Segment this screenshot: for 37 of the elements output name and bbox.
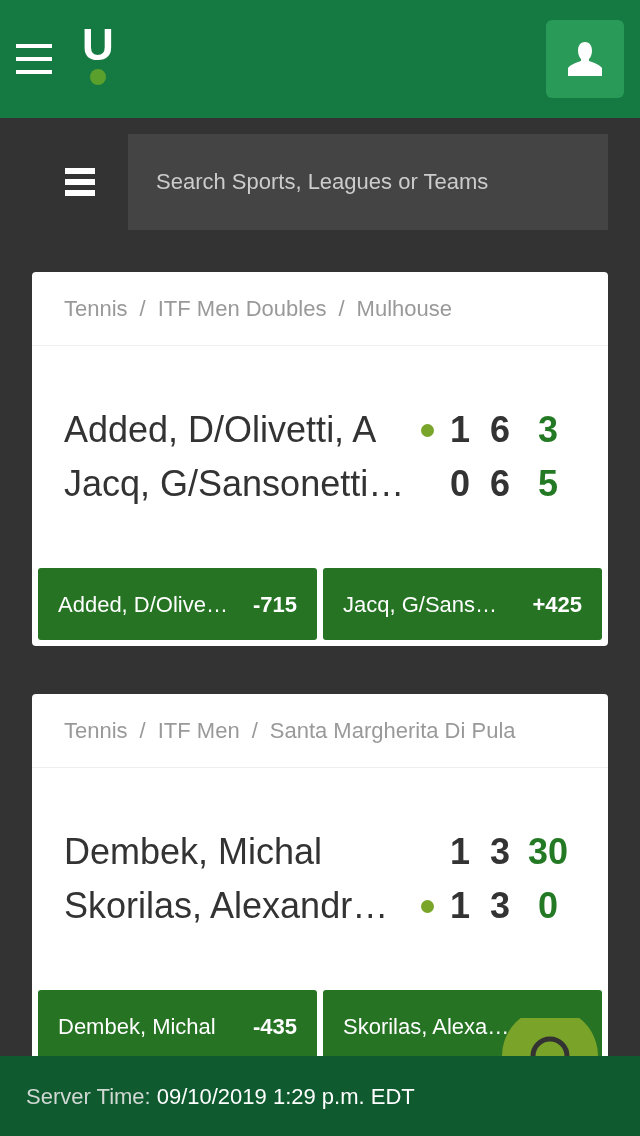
odds-button[interactable]: Jacq, G/Sans… +425: [323, 568, 602, 640]
breadcrumb-link[interactable]: Tennis: [64, 292, 128, 325]
user-icon: [566, 40, 604, 78]
menu-icon[interactable]: [16, 44, 52, 74]
set-score: 6: [489, 408, 511, 452]
breadcrumb-separator: /: [251, 717, 258, 745]
set-score: 0: [449, 462, 471, 506]
player-name: Jacq, G/Sansonetti…: [64, 462, 406, 506]
server-time-label: Server Time:: [26, 1082, 151, 1111]
game-score: 5: [537, 462, 559, 506]
player-name: Skorilas, Alexandr…: [64, 884, 390, 928]
set-score: 1: [449, 830, 471, 874]
set-score: 3: [489, 830, 511, 874]
breadcrumb-link[interactable]: Tennis: [64, 714, 128, 747]
player-name: Added, D/Olivetti, A: [64, 408, 378, 452]
breadcrumb-link[interactable]: ITF Men: [157, 714, 240, 747]
odds-button[interactable]: Dembek, Michal -435: [38, 990, 317, 1056]
server-time: 09/10/2019 1:29 p.m. EDT: [156, 1082, 415, 1111]
game-score: 3: [537, 408, 559, 452]
account-button[interactable]: [546, 20, 624, 98]
set-score: 6: [489, 462, 511, 506]
game-score: 0: [537, 884, 559, 928]
breadcrumb-separator: /: [139, 717, 146, 745]
breadcrumb-link[interactable]: ITF Men Doubles: [157, 292, 327, 325]
breadcrumb-link[interactable]: Mulhouse: [356, 292, 452, 325]
breadcrumb-separator: /: [338, 295, 345, 323]
set-score: 1: [449, 884, 471, 928]
breadcrumb-link[interactable]: Santa Margherita Di Pula: [269, 714, 516, 747]
set-score: 3: [489, 884, 511, 928]
game-score: 30: [526, 830, 569, 874]
search-field[interactable]: Search Sports, Leagues or Teams: [128, 134, 608, 230]
logo[interactable]: U: [82, 23, 114, 87]
player-name: Dembek, Michal: [64, 830, 324, 874]
odds-button[interactable]: Added, D/Olive… -715: [38, 568, 317, 640]
breadcrumb-separator: /: [139, 295, 146, 323]
set-score: 1: [449, 408, 471, 452]
list-icon: [65, 168, 95, 196]
